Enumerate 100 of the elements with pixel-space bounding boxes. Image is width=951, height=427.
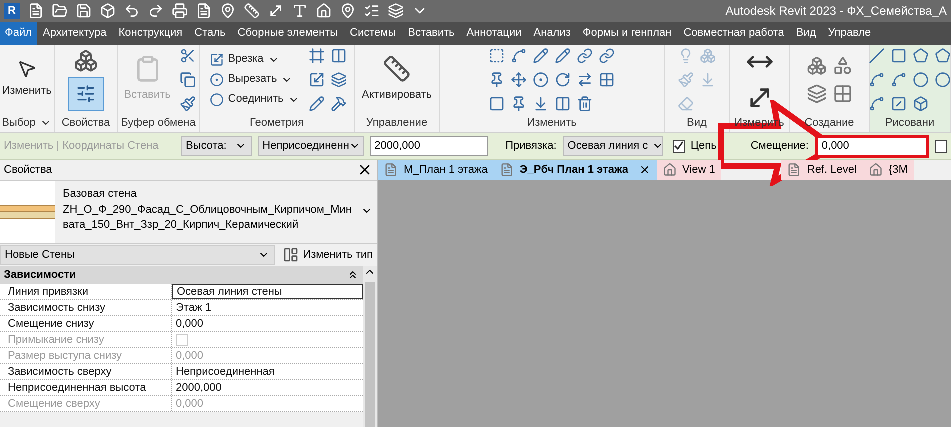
ribbon-button[interactable]: Изменить (0, 48, 55, 110)
view-tab[interactable]: View 1 (656, 160, 722, 180)
view-tab[interactable]: {3М (862, 160, 914, 180)
property-value[interactable]: Неприсоединенная (172, 364, 363, 379)
house-icon[interactable] (316, 3, 332, 19)
scrollbar[interactable] (363, 266, 377, 427)
stacked-panels-icon[interactable] (806, 84, 826, 104)
ribbon-tab[interactable]: Формы и генплан (576, 22, 678, 45)
property-name: Примыкание снизу (0, 332, 172, 347)
view-tab[interactable]: Ref. Level (781, 160, 863, 180)
circle-icon[interactable] (913, 72, 929, 88)
cube-icon[interactable] (100, 3, 116, 19)
sheet-icon (500, 163, 514, 177)
property-name: Линия привязки (0, 284, 172, 299)
link-icon[interactable] (577, 48, 593, 64)
property-name: Смещение сверху (0, 396, 172, 411)
height-input[interactable]: 2000,000 (370, 136, 488, 156)
ribbon-tab[interactable]: Совместная работа (678, 22, 790, 45)
location-line-label: Привязка: (506, 138, 557, 154)
ribbon-button[interactable]: Активировать (358, 48, 436, 110)
ribbon-small-button[interactable]: Вырезать (207, 70, 303, 90)
chain-label: Цепь (690, 138, 717, 154)
ribbon-tab[interactable]: Управле (822, 22, 878, 45)
height-mode-dropdown[interactable]: Высота: (180, 136, 252, 156)
mirror-icon[interactable] (533, 48, 549, 64)
redo-icon[interactable] (148, 3, 164, 19)
pin-icon[interactable] (220, 3, 236, 19)
property-name: Зависимость сверху (0, 364, 172, 379)
view-tab[interactable]: М_План 1 этажа (378, 160, 494, 180)
save-icon[interactable] (76, 3, 92, 19)
open-icon[interactable] (52, 3, 68, 19)
shapes-icon[interactable] (832, 56, 852, 76)
rotate-icon[interactable] (555, 72, 571, 88)
print-icon[interactable] (172, 3, 188, 19)
panel-title: Рисовани (885, 116, 935, 131)
property-name: Смещение снизу (0, 316, 172, 331)
dimension-icon[interactable] (268, 3, 284, 19)
spline-icon[interactable] (869, 96, 885, 112)
edit-type-button[interactable]: Изменить тип (279, 245, 377, 265)
ribbon-tab[interactable]: Конструкция (112, 22, 189, 45)
cubes-icon[interactable] (74, 48, 98, 72)
arc-icon[interactable] (869, 72, 885, 88)
document-icon[interactable] (28, 3, 44, 19)
pentagon-icon[interactable] (913, 48, 929, 64)
chain-link-icon[interactable] (599, 48, 615, 64)
trim-icon[interactable] (577, 72, 593, 88)
collapse-icon (347, 269, 359, 281)
scissors-icon[interactable] (180, 48, 196, 64)
measure-icon[interactable] (244, 3, 260, 19)
property-value[interactable]: 2000,000 (172, 380, 363, 395)
location-line-dropdown[interactable]: Осевая линия с (562, 136, 663, 156)
property-value[interactable]: 0,000 (172, 316, 363, 331)
ribbon-tab[interactable]: Вставить (402, 22, 461, 45)
chain-checkbox[interactable] (672, 140, 685, 152)
mirror-draw-icon[interactable] (555, 48, 571, 64)
layers-icon[interactable] (330, 72, 347, 88)
app-logo[interactable]: R (4, 3, 20, 19)
ribbon-tab[interactable]: Сборные элементы (232, 22, 344, 45)
brush-icon[interactable] (180, 96, 196, 112)
move-icon[interactable] (511, 72, 527, 88)
delete-icon[interactable] (577, 96, 593, 112)
ribbon-tab[interactable]: Вид (790, 22, 822, 45)
text-icon[interactable] (292, 3, 308, 19)
rectangle-icon[interactable] (891, 48, 907, 64)
pin-icon[interactable] (489, 72, 505, 88)
hammer-icon[interactable] (330, 96, 347, 112)
split-gap-icon[interactable] (555, 96, 571, 112)
instance-filter-dropdown[interactable]: Новые Стены (0, 245, 276, 265)
close-icon[interactable] (638, 164, 651, 176)
properties-button[interactable] (68, 76, 104, 110)
ribbon-tab[interactable]: Анализ (528, 22, 577, 45)
offset-label: Смещение: (750, 138, 809, 154)
ribbon-small-button[interactable]: Соединить (207, 90, 303, 110)
array-icon[interactable] (599, 72, 615, 88)
ribbon-tab[interactable]: Архитектура (37, 22, 113, 45)
pencil-icon[interactable] (308, 96, 325, 112)
house-icon (662, 163, 677, 177)
view-tab[interactable]: Э_Рбч План 1 этажа (494, 160, 657, 180)
sheet-icon (787, 163, 802, 177)
file-menu-button[interactable]: Файл (0, 22, 38, 45)
polygon-icon[interactable] (935, 48, 951, 64)
ribbon-tab[interactable]: Сталь (188, 22, 232, 45)
property-value[interactable]: Этаж 1 (172, 300, 363, 315)
height-constraint-dropdown[interactable]: Неприсоединенн (258, 136, 364, 156)
cube-group-icon[interactable] (806, 56, 826, 76)
list-icon[interactable] (364, 3, 380, 19)
group-header[interactable]: Зависимости (0, 266, 363, 284)
context-label: Изменить | Координаты Стена (4, 138, 160, 154)
curve-icon[interactable] (891, 72, 907, 88)
line-icon[interactable] (869, 48, 885, 64)
frame-icon[interactable] (308, 48, 325, 64)
offset-input[interactable]: 0,000 (814, 134, 929, 158)
ribbon-tab[interactable]: Аннотации (460, 22, 528, 45)
ribbon-tab[interactable]: Системы (344, 22, 402, 45)
radius-checkbox[interactable] (934, 140, 947, 152)
property-input[interactable]: Осевая линия стены (172, 284, 363, 299)
undo-icon[interactable] (124, 3, 140, 19)
ribbon-small-button[interactable]: Врезка (207, 50, 303, 70)
type-selector[interactable]: Базовая стена ZH_О_Ф_290_Фасад_С_Облицовочным_Кирпичом_Минвата_150_Внт_Ззр_20_Кирпич_Керамический (0, 180, 377, 244)
grid-icon[interactable] (832, 84, 852, 104)
